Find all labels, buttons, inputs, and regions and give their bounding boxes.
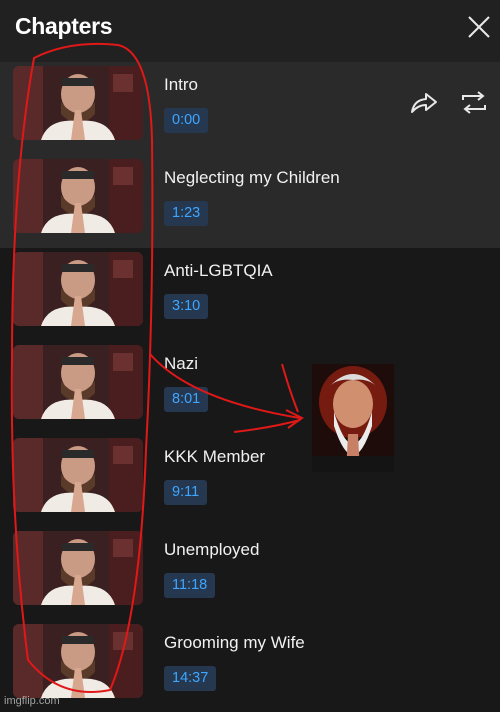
watermark: imgflip.com xyxy=(4,695,60,707)
chapter-thumbnail[interactable] xyxy=(13,438,143,512)
chapter-timestamp[interactable]: 8:01 xyxy=(164,387,209,412)
chapter-thumbnail[interactable] xyxy=(13,159,143,233)
inset-photo xyxy=(312,364,394,472)
close-icon[interactable] xyxy=(464,12,494,42)
chapter-timestamp[interactable]: 3:10 xyxy=(164,294,209,319)
chapter-timestamp[interactable]: 0:00 xyxy=(164,108,209,133)
chapter-thumbnail[interactable] xyxy=(13,252,143,326)
chapter-timestamp[interactable]: 11:18 xyxy=(164,573,216,598)
panel-title: Chapters xyxy=(15,13,113,39)
chapter-timestamp[interactable]: 1:23 xyxy=(164,201,209,226)
chapter-title: KKK Member xyxy=(164,447,266,466)
chapter-item[interactable]: Unemployed 11:18 xyxy=(0,527,500,620)
chapter-item[interactable]: Grooming my Wife 14:37 xyxy=(0,620,500,712)
chapter-title: Nazi xyxy=(164,354,199,373)
chapter-title: Grooming my Wife xyxy=(164,633,305,652)
chapter-item[interactable]: Anti-LGBTQIA 3:10 xyxy=(0,248,500,341)
chapter-timestamp[interactable]: 14:37 xyxy=(164,666,217,691)
chapter-item[interactable]: Neglecting my Children 1:23 xyxy=(0,155,500,248)
chapter-item[interactable]: KKK Member 9:11 xyxy=(0,434,500,527)
chapter-list: Intro 0:00 Neglecting my Children 1:23 A… xyxy=(0,62,500,712)
chapter-title: Intro xyxy=(164,75,199,94)
chapters-header: Chapters xyxy=(0,0,500,62)
chapter-title: Anti-LGBTQIA xyxy=(164,261,273,280)
chapter-thumbnail[interactable] xyxy=(13,531,143,605)
chapter-timestamp[interactable]: 9:11 xyxy=(164,480,208,505)
chapter-title: Neglecting my Children xyxy=(164,168,340,187)
chapter-title: Unemployed xyxy=(164,540,260,559)
chapter-item[interactable]: Nazi 8:01 xyxy=(0,341,500,434)
chapter-thumbnail[interactable] xyxy=(13,345,143,419)
loop-icon[interactable] xyxy=(458,88,490,118)
chapter-thumbnail[interactable] xyxy=(13,624,143,698)
share-icon[interactable] xyxy=(406,88,440,118)
chapter-thumbnail[interactable] xyxy=(13,66,143,140)
